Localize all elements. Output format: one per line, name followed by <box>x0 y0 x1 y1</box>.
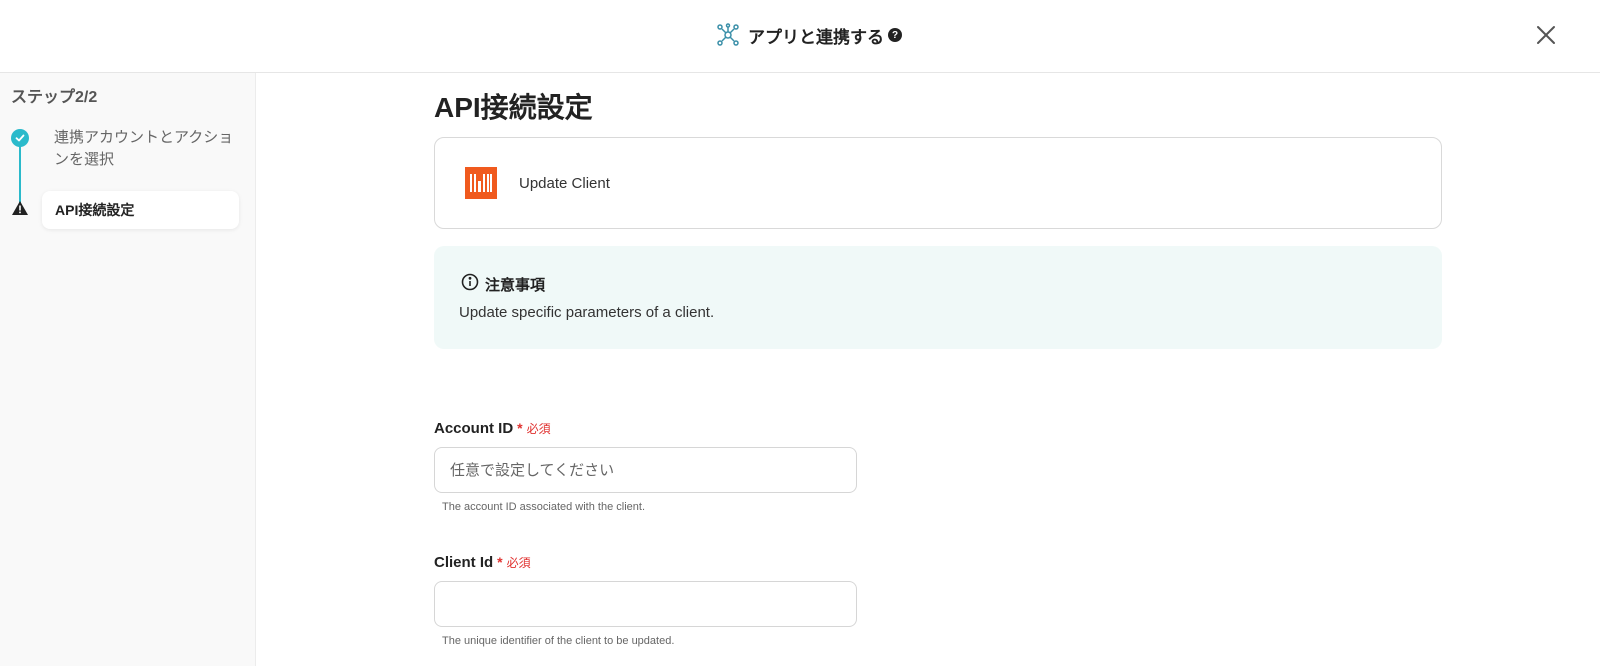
warning-icon <box>11 200 29 216</box>
required-badge: 必須 <box>526 422 551 436</box>
account-id-input[interactable] <box>434 447 857 493</box>
field-label-text: Client Id <box>434 554 494 571</box>
integration-icon <box>716 23 740 47</box>
client-id-hint: The unique identifier of the client to b… <box>442 635 675 647</box>
step-sidebar: ステップ2/2 連携アカウントとアクションを選択 API接続設定 <box>0 73 256 666</box>
close-icon[interactable] <box>1533 22 1559 48</box>
notice-body: Update specific parameters of a client. <box>459 304 715 321</box>
modal-title: アプリと連携する <box>748 27 884 47</box>
required-asterisk-icon: * <box>517 420 523 436</box>
notice-box: 注意事項 Update specific parameters of a cli… <box>434 246 1442 349</box>
account-id-label: Account ID * 必須 <box>434 420 551 437</box>
app-logo-icon <box>465 167 497 199</box>
help-icon[interactable]: ? <box>888 28 902 42</box>
step-item-select-account[interactable]: 連携アカウントとアクションを選択 <box>54 127 234 171</box>
check-icon <box>11 129 29 147</box>
action-card[interactable]: Update Client <box>434 137 1442 229</box>
required-asterisk-icon: * <box>497 554 503 570</box>
field-label-text: Account ID <box>434 420 514 437</box>
step-heading: ステップ2/2 <box>11 89 98 106</box>
account-id-hint: The account ID associated with the clien… <box>442 501 645 513</box>
client-id-input[interactable] <box>434 581 857 627</box>
notice-heading: 注意事項 <box>485 276 546 294</box>
action-name: Update Client <box>519 174 610 192</box>
modal-title-group: アプリと連携する ? <box>716 22 902 48</box>
step-item-api-settings[interactable]: API接続設定 <box>42 191 239 229</box>
client-id-label: Client Id * 必須 <box>434 554 531 571</box>
info-icon <box>461 273 479 295</box>
required-badge: 必須 <box>506 556 531 570</box>
step-connector-line <box>19 139 21 207</box>
notice-heading-group: 注意事項 <box>461 273 545 295</box>
page-title: API接続設定 <box>434 92 593 123</box>
modal-header: アプリと連携する ? <box>0 0 1600 73</box>
